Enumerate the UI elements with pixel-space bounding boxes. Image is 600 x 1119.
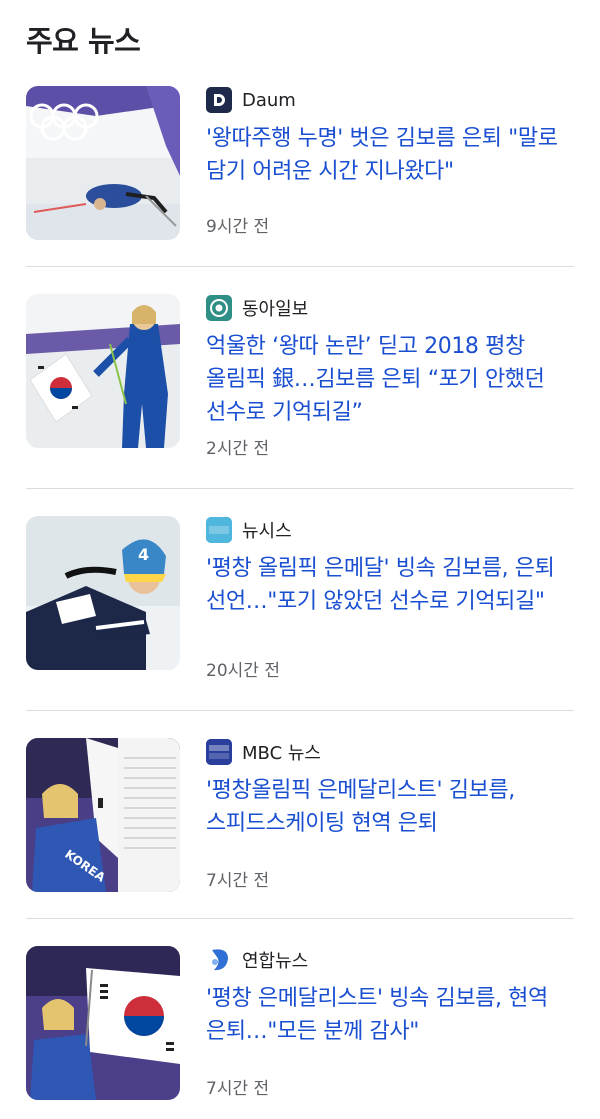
thumbnail-image: KOREA (26, 738, 180, 892)
divider (26, 710, 574, 711)
newsis-logo-icon (206, 517, 232, 543)
news-time: 20시간 전 (206, 661, 280, 681)
news-thumbnail[interactable] (26, 86, 180, 240)
news-time: 2시간 전 (206, 439, 270, 459)
daum-logo-icon (206, 87, 232, 113)
news-source[interactable]: Daum (206, 86, 296, 114)
news-item[interactable]: 4 뉴시스 '평창 올림픽 은메달' 빙속 김보름, 은퇴 선언…"포기 않았던… (26, 516, 574, 681)
news-headline[interactable]: 억울한 ‘왕따 논란’ 딛고 2018 평창 올림픽 銀…김보름 은퇴 “포기 … (206, 330, 578, 429)
news-source[interactable]: 동아일보 (206, 294, 308, 322)
divider (26, 266, 574, 267)
news-source-name: MBC 뉴스 (242, 743, 321, 764)
news-source-name: Daum (242, 89, 296, 111)
thumbnail-image: 4 (26, 516, 180, 670)
news-item[interactable]: KOREA MBC 뉴스 '평창올림픽 은메달리스트' 김보름, 스피드스케이팅… (26, 738, 574, 894)
news-source-name: 동아일보 (242, 299, 309, 320)
news-headline[interactable]: '왕따주행 누명' 벗은 김보름 은퇴 "말로 담기 어려운 시간 지나왔다" (206, 122, 578, 188)
news-thumbnail[interactable] (26, 294, 180, 448)
yonhap-logo-icon (206, 947, 232, 973)
news-time: 7시간 전 (206, 871, 270, 891)
news-headline[interactable]: '평창올림픽 은메달리스트' 김보름, 스피드스케이팅 현역 은퇴 (206, 774, 578, 840)
section-title: 주요 뉴스 (26, 24, 141, 58)
news-item[interactable]: Daum '왕따주행 누명' 벗은 김보름 은퇴 "말로 담기 어려운 시간 지… (26, 86, 574, 240)
news-source[interactable]: 연합뉴스 (206, 946, 308, 974)
thumbnail-image (26, 294, 180, 448)
news-item[interactable]: 연합뉴스 '평창 은메달리스트' 빙속 김보름, 현역 은퇴…"모든 분께 감사… (26, 946, 574, 1102)
news-source[interactable]: MBC 뉴스 (206, 738, 321, 766)
news-source-name: 연합뉴스 (242, 951, 309, 972)
news-headline[interactable]: '평창 올림픽 은메달' 빙속 김보름, 은퇴 선언…"포기 않았던 선수로 기… (206, 552, 578, 618)
divider (26, 918, 574, 919)
news-source[interactable]: 뉴시스 (206, 516, 292, 544)
news-headline[interactable]: '평창 은메달리스트' 빙속 김보름, 현역 은퇴…"모든 분께 감사" (206, 982, 578, 1048)
news-thumbnail[interactable]: KOREA (26, 738, 180, 892)
divider (26, 488, 574, 489)
news-source-name: 뉴시스 (242, 521, 292, 542)
thumbnail-image (26, 86, 180, 240)
news-thumbnail[interactable]: 4 (26, 516, 180, 670)
news-item[interactable]: 동아일보 억울한 ‘왕따 논란’ 딛고 2018 평창 올림픽 銀…김보름 은퇴… (26, 294, 574, 459)
news-time: 7시간 전 (206, 1079, 270, 1099)
thumbnail-image (26, 946, 180, 1100)
news-page: 주요 뉴스 Daum '왕따주행 누명' 벗은 김보름 은퇴 "말로 담기 어려… (0, 0, 600, 1119)
news-time: 9시간 전 (206, 217, 270, 237)
mbc-news-logo-icon (206, 739, 232, 765)
donga-logo-icon (206, 295, 232, 321)
svg-text:4: 4 (138, 545, 149, 564)
news-thumbnail[interactable] (26, 946, 180, 1100)
